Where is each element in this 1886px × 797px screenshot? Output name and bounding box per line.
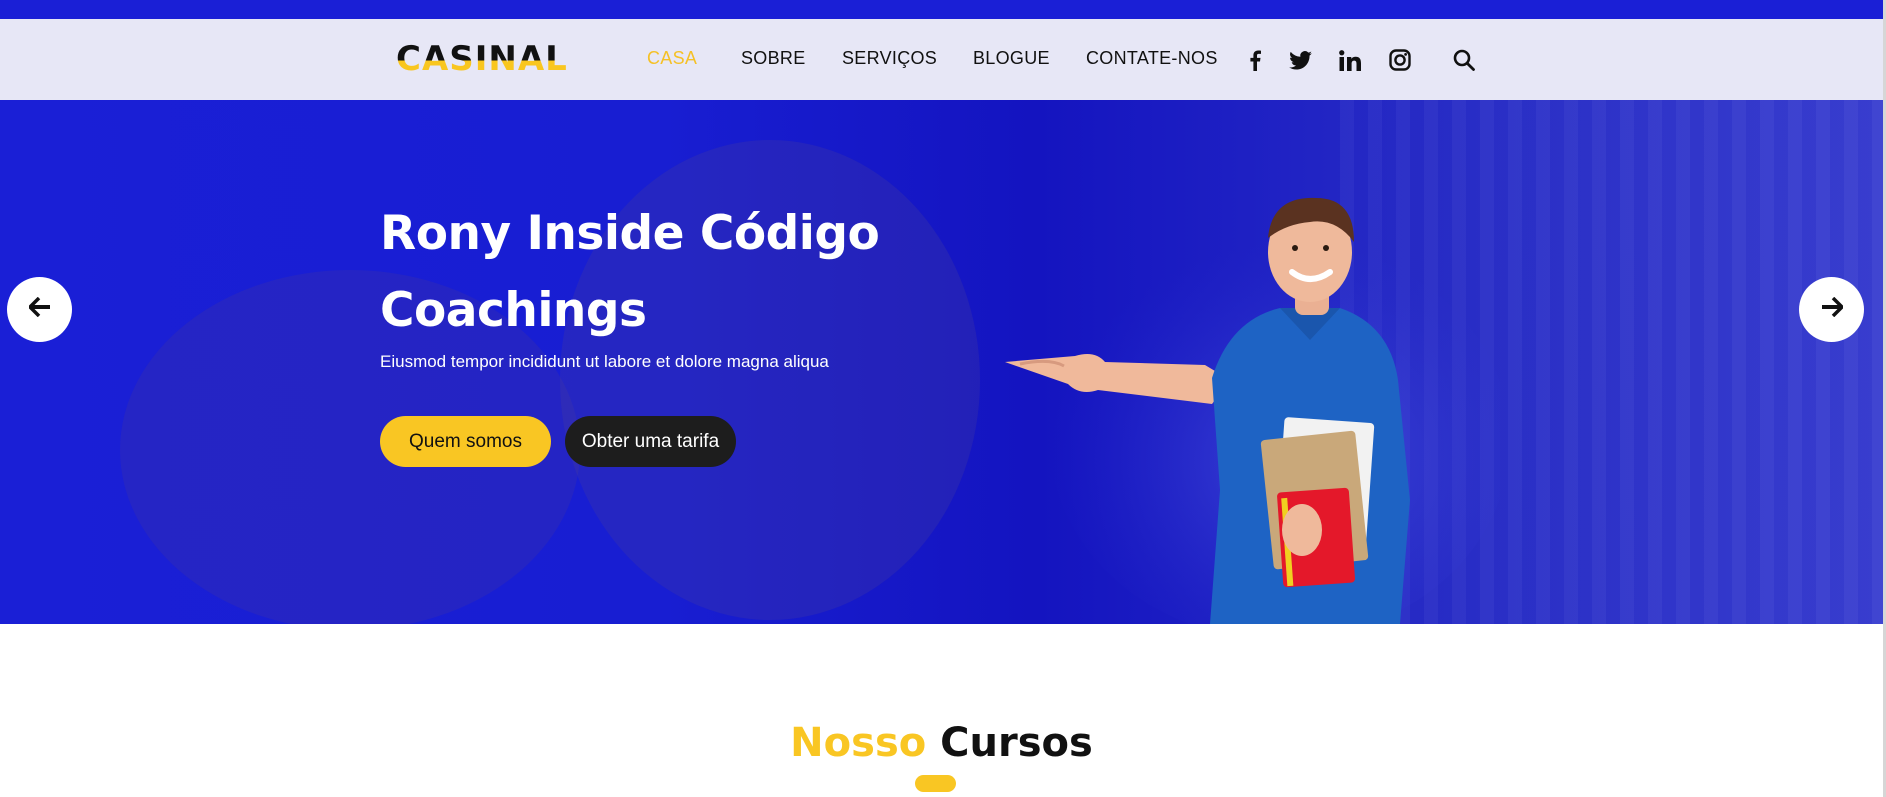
facebook-icon[interactable] bbox=[1242, 47, 1268, 73]
hero-title-line-2: Coachings bbox=[380, 283, 647, 338]
arrow-right-icon bbox=[1821, 296, 1844, 322]
about-us-button[interactable]: Quem somos bbox=[380, 416, 551, 467]
courses-title-highlight: Nosso bbox=[790, 720, 927, 766]
title-underline-pill bbox=[915, 775, 956, 792]
courses-section-title: Nosso Cursos bbox=[0, 718, 1883, 768]
arrow-left-icon bbox=[27, 296, 51, 322]
site-logo[interactable]: CASINAL bbox=[396, 38, 568, 80]
courses-title-rest: Cursos bbox=[940, 720, 1093, 766]
instagram-icon[interactable] bbox=[1387, 47, 1413, 73]
nav-item-contate-nos[interactable]: CONTATE-NOS bbox=[1086, 48, 1218, 69]
nav-item-casa[interactable]: CASA bbox=[647, 48, 697, 69]
get-quote-button[interactable]: Obter uma tarifa bbox=[565, 416, 736, 467]
nav-item-sobre[interactable]: SOBRE bbox=[741, 48, 806, 69]
navbar: CASINAL CASA SOBRE SERVIÇOS BLOGUE CONTA… bbox=[0, 19, 1883, 100]
top-strip bbox=[0, 0, 1886, 19]
search-icon[interactable] bbox=[1451, 47, 1477, 73]
carousel-prev-button[interactable] bbox=[7, 277, 72, 342]
hero-title: Rony Inside Código Coachings bbox=[380, 195, 880, 349]
nav-item-servicos[interactable]: SERVIÇOS bbox=[842, 48, 937, 69]
hero-subtitle: Eiusmod tempor incididunt ut labore et d… bbox=[380, 352, 829, 371]
carousel-next-button[interactable] bbox=[1799, 277, 1864, 342]
nav-item-blogue[interactable]: BLOGUE bbox=[973, 48, 1050, 69]
twitter-icon[interactable] bbox=[1287, 47, 1313, 73]
hero-title-line-1: Rony Inside Código bbox=[380, 206, 880, 261]
hero-banner: Rony Inside Código Coachings Eiusmod tem… bbox=[0, 100, 1883, 624]
student-image bbox=[1005, 197, 1500, 624]
linkedin-icon[interactable] bbox=[1337, 47, 1363, 73]
